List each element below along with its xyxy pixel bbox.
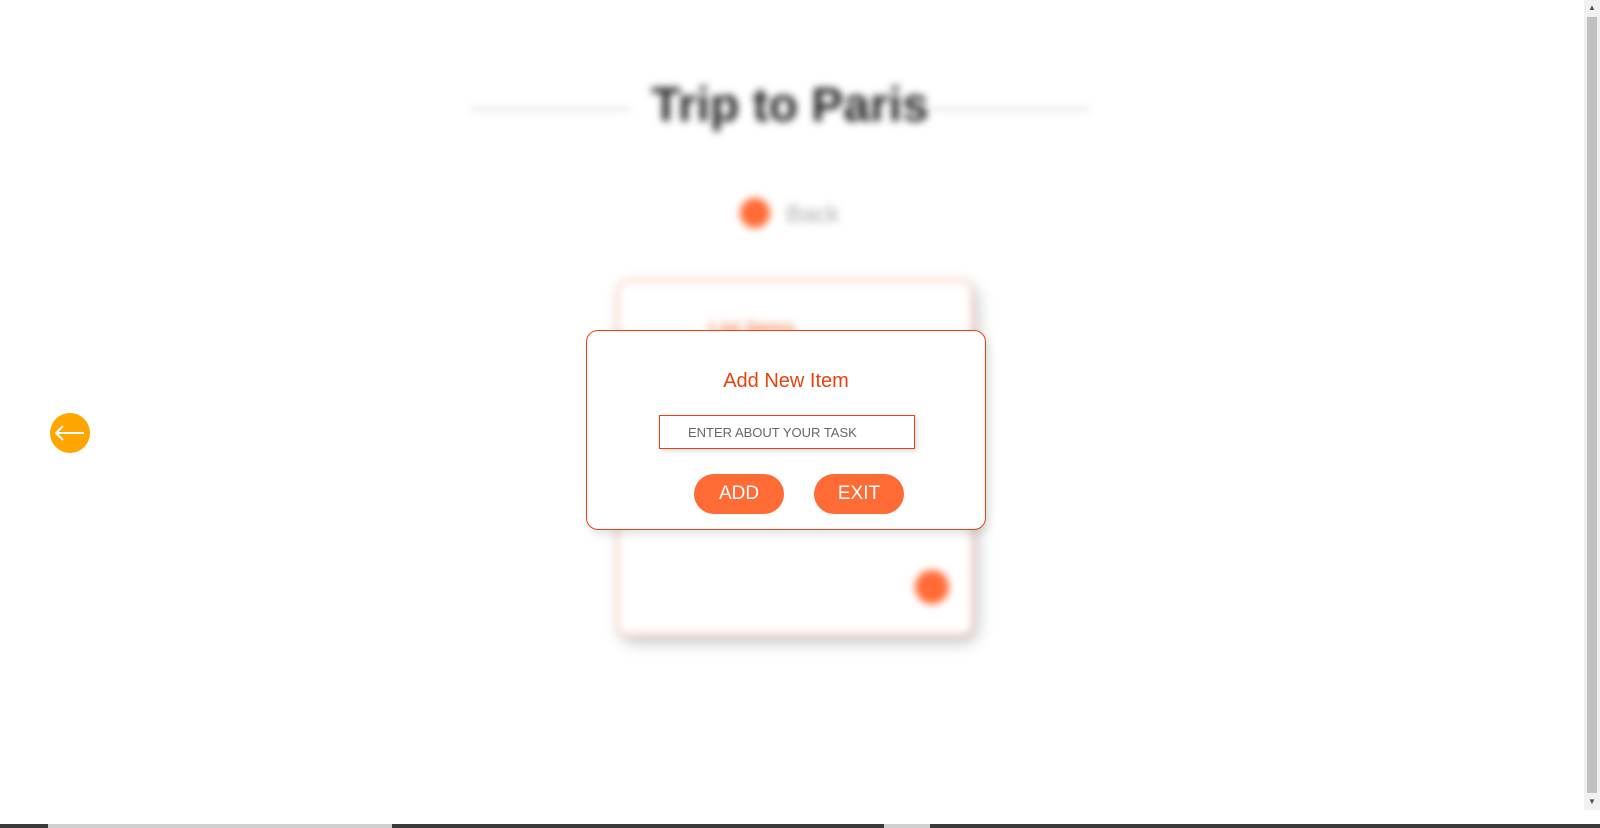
add-item-dot-icon: [915, 570, 949, 604]
arrow-left-icon: [54, 425, 84, 441]
go-back-button[interactable]: [50, 413, 90, 453]
task-input[interactable]: [659, 415, 915, 449]
exit-button[interactable]: EXIT: [814, 474, 904, 514]
taskbar-segment: [48, 824, 392, 828]
app-page: Trip to Paris Back List Items Add New It…: [0, 0, 1600, 828]
back-dot-icon: [740, 198, 770, 228]
page-title: Trip to Paris: [651, 79, 929, 132]
taskbar-strip: [0, 824, 1600, 828]
vertical-scrollbar[interactable]: ▲ ▼: [1584, 0, 1600, 810]
scroll-thumb[interactable]: [1587, 17, 1597, 793]
modal-title: Add New Item: [723, 370, 849, 392]
back-label: Back: [786, 201, 840, 228]
add-button[interactable]: ADD: [694, 474, 784, 514]
scroll-down-icon[interactable]: ▼: [1588, 798, 1596, 806]
add-item-modal: Add New Item ADD EXIT: [586, 330, 986, 530]
title-row: Trip to Paris: [470, 78, 1110, 138]
title-divider-right: [930, 108, 1090, 110]
scroll-up-icon[interactable]: ▲: [1588, 4, 1596, 12]
taskbar-segment: [884, 824, 930, 828]
